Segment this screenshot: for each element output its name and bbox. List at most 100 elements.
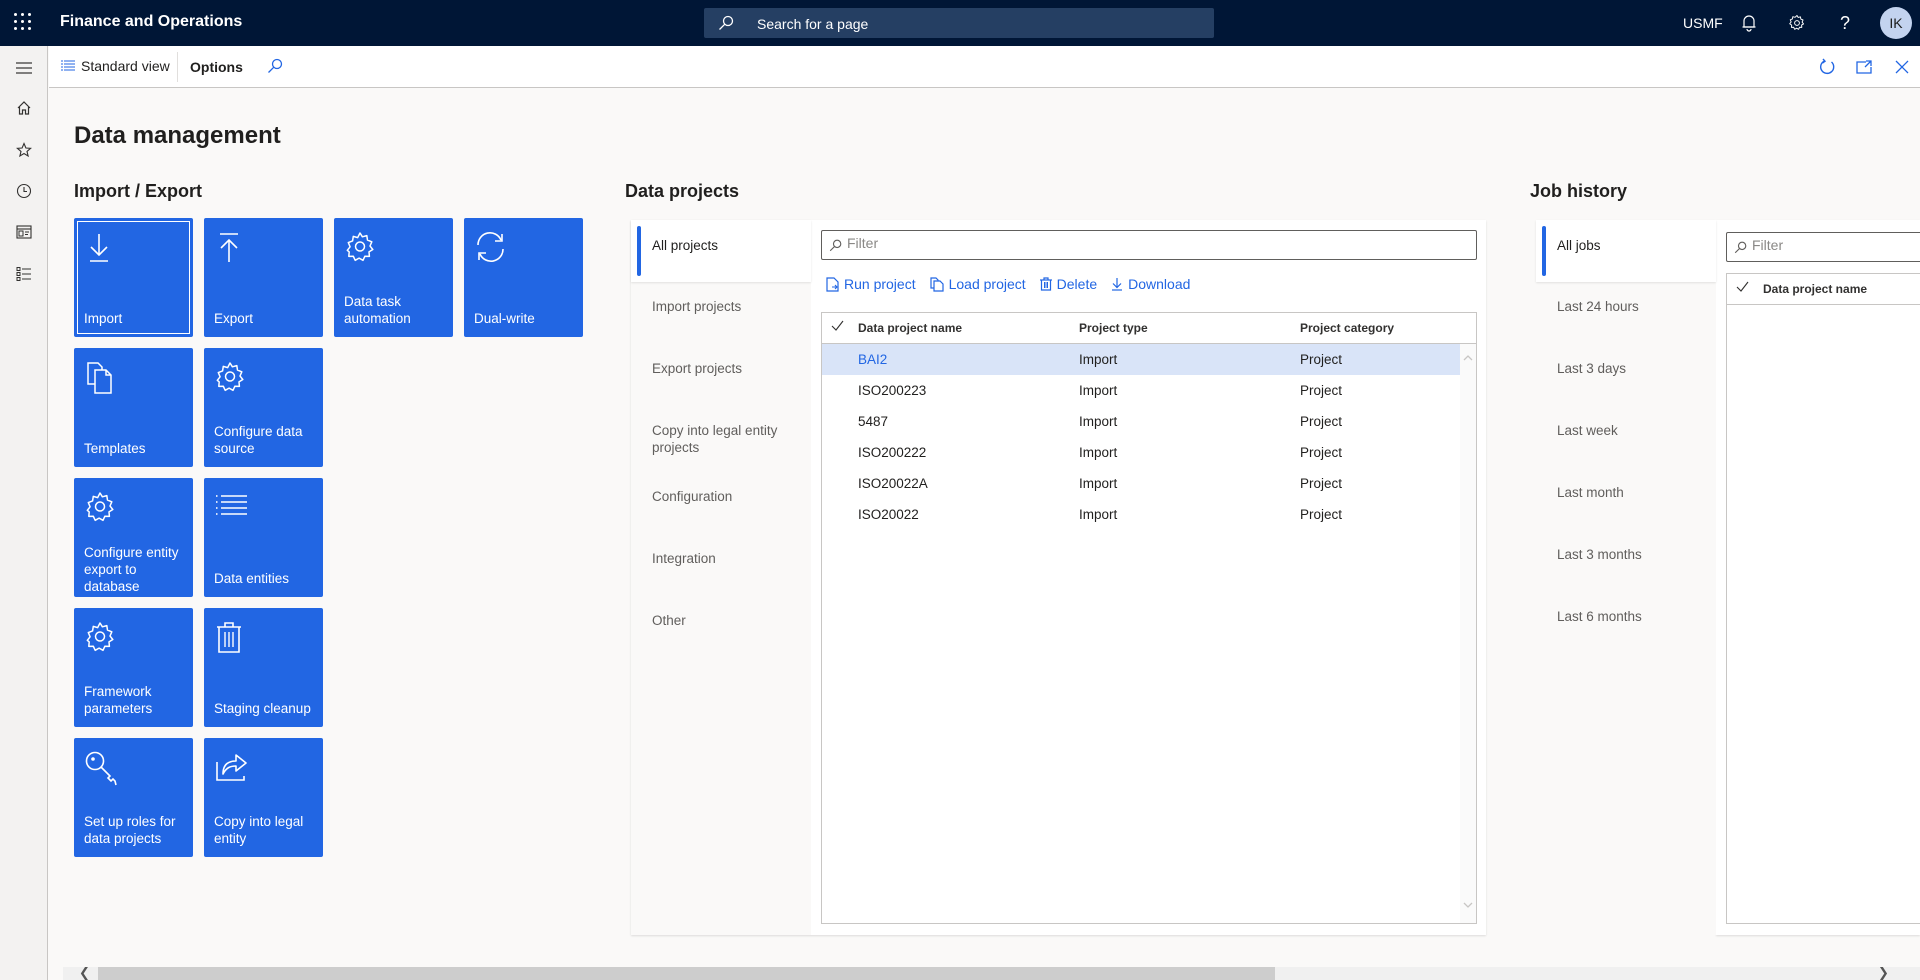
tab-integration[interactable]: Integration [631, 550, 811, 567]
tab-import-projects[interactable]: Import projects [631, 298, 811, 315]
tile-label: Staging cleanup [214, 701, 311, 716]
gear-icon[interactable] [1786, 12, 1808, 34]
table-row[interactable]: ISO200222 Import Project [822, 437, 1460, 468]
tile-data-task-automation[interactable]: Data task automation [334, 218, 453, 337]
tile-label: Set up roles for data projects [84, 814, 176, 846]
cell-name[interactable]: ISO20022A [858, 476, 928, 491]
run-project-icon [826, 276, 839, 292]
tile-dual-write[interactable]: Dual-write [464, 218, 583, 337]
download-button[interactable]: Download [1111, 276, 1190, 292]
modules-list-icon[interactable] [12, 262, 36, 286]
company-picker[interactable]: USMF [1683, 15, 1723, 31]
search-icon [829, 239, 842, 252]
app-launcher-icon[interactable] [14, 13, 34, 33]
column-header-name[interactable]: Data project name [858, 321, 962, 335]
tab-all-jobs[interactable]: All jobs [1536, 220, 1716, 282]
tab-last-24-hours[interactable]: Last 24 hours [1536, 298, 1716, 315]
cell-name[interactable]: BAI2 [858, 352, 887, 367]
import-export-heading: Import / Export [74, 181, 203, 201]
tab-export-projects[interactable]: Export projects [631, 360, 811, 377]
cell-name[interactable]: ISO200223 [858, 383, 926, 398]
toolbar-divider [177, 52, 178, 82]
help-icon[interactable]: ? [1834, 12, 1856, 34]
workspace-icon[interactable] [12, 220, 36, 244]
load-project-button[interactable]: Load project [929, 276, 1026, 292]
table-row[interactable]: 5487 Import Project [822, 406, 1460, 437]
load-project-icon [929, 276, 944, 292]
tile-configure-data-source[interactable]: Configure data source [204, 348, 323, 467]
cell-category: Project [1300, 476, 1343, 491]
jobs-filter-field[interactable] [1752, 237, 1911, 253]
select-all-check-icon[interactable] [1736, 280, 1749, 296]
select-all-check-icon[interactable] [831, 319, 844, 335]
tile-set-up-roles[interactable]: Set up roles for data projects [74, 738, 193, 857]
standard-view-button[interactable]: Standard view [61, 58, 170, 74]
tab-last-month[interactable]: Last month [1536, 484, 1716, 501]
cell-name[interactable]: ISO200222 [858, 445, 926, 460]
cell-category: Project [1300, 507, 1343, 522]
projects-filter-field[interactable] [847, 235, 1371, 251]
scroll-up-icon[interactable] [1463, 354, 1473, 362]
app-title[interactable]: Finance and Operations [60, 13, 242, 31]
projects-filter-input[interactable] [821, 230, 1477, 260]
tile-import[interactable]: Import [74, 218, 193, 337]
find-icon[interactable] [267, 58, 283, 77]
gear-icon [216, 362, 244, 392]
scroll-down-icon[interactable] [1463, 901, 1473, 909]
tab-last-3-days[interactable]: Last 3 days [1536, 360, 1716, 377]
grid-header: Data project name [1727, 274, 1920, 305]
column-header-type[interactable]: Project type [1079, 321, 1148, 335]
page-search-box[interactable]: Search for a page [704, 8, 1214, 38]
search-placeholder: Search for a page [757, 16, 869, 32]
clock-icon[interactable] [12, 179, 36, 203]
page-horizontal-scrollbar[interactable]: ❮ ❯ [63, 965, 1920, 980]
tab-last-6-months[interactable]: Last 6 months [1536, 608, 1716, 625]
open-new-window-icon[interactable] [1854, 57, 1874, 77]
tab-last-week[interactable]: Last week [1536, 422, 1716, 439]
key-icon [85, 751, 117, 786]
grid-vertical-scrollbar[interactable] [1460, 344, 1476, 923]
tile-copy-into-legal-entity[interactable]: Copy into legal entity [204, 738, 323, 857]
tile-staging-cleanup[interactable]: Staging cleanup [204, 608, 323, 727]
home-icon[interactable] [12, 96, 36, 120]
tab-configuration[interactable]: Configuration [631, 488, 811, 505]
star-icon[interactable] [12, 138, 36, 162]
tile-export[interactable]: Export [204, 218, 323, 337]
refresh-icon[interactable] [1817, 57, 1837, 77]
cell-name[interactable]: 5487 [858, 414, 888, 429]
scrollbar-thumb[interactable] [98, 967, 1275, 980]
close-icon[interactable] [1892, 57, 1912, 77]
job-history-heading: Job history [1530, 181, 1628, 201]
scroll-left-icon[interactable]: ❮ [79, 965, 90, 980]
tab-copy-into-legal-entity-projects[interactable]: Copy into legal entity projects [631, 422, 811, 456]
cell-type: Import [1079, 445, 1118, 460]
run-project-button[interactable]: Run project [826, 276, 916, 292]
scroll-right-icon[interactable]: ❯ [1878, 965, 1889, 980]
trash-icon [217, 622, 241, 653]
list-view-icon [61, 60, 75, 71]
tile-label: Data entities [214, 571, 290, 586]
avatar[interactable]: IK [1880, 7, 1912, 39]
hamburger-icon[interactable] [12, 56, 36, 80]
tile-framework-parameters[interactable]: Framework parameters [74, 608, 193, 727]
options-tab[interactable]: Options [190, 59, 243, 75]
tile-data-entities[interactable]: Data entities [204, 478, 323, 597]
column-header-name[interactable]: Data project name [1763, 282, 1867, 296]
cell-name[interactable]: ISO20022 [858, 507, 919, 522]
cell-category: Project [1300, 414, 1343, 429]
jobs-filter-input[interactable] [1726, 232, 1920, 262]
tile-configure-entity-export[interactable]: Configure entity export to database [74, 478, 193, 597]
table-row[interactable]: BAI2 Import Project [822, 344, 1460, 375]
table-row[interactable]: ISO20022A Import Project [822, 468, 1460, 499]
tab-all-projects[interactable]: All projects [631, 220, 811, 282]
top-header: Finance and Operations Search for a page… [0, 0, 1920, 46]
list-icon [216, 495, 247, 515]
table-row[interactable]: ISO200223 Import Project [822, 375, 1460, 406]
table-row[interactable]: ISO20022 Import Project [822, 499, 1460, 530]
tile-templates[interactable]: Templates [74, 348, 193, 467]
delete-button[interactable]: Delete [1039, 276, 1097, 292]
tab-other[interactable]: Other [631, 612, 811, 629]
column-header-category[interactable]: Project category [1300, 321, 1394, 335]
bell-icon[interactable] [1738, 12, 1760, 34]
tab-last-3-months[interactable]: Last 3 months [1536, 546, 1716, 563]
